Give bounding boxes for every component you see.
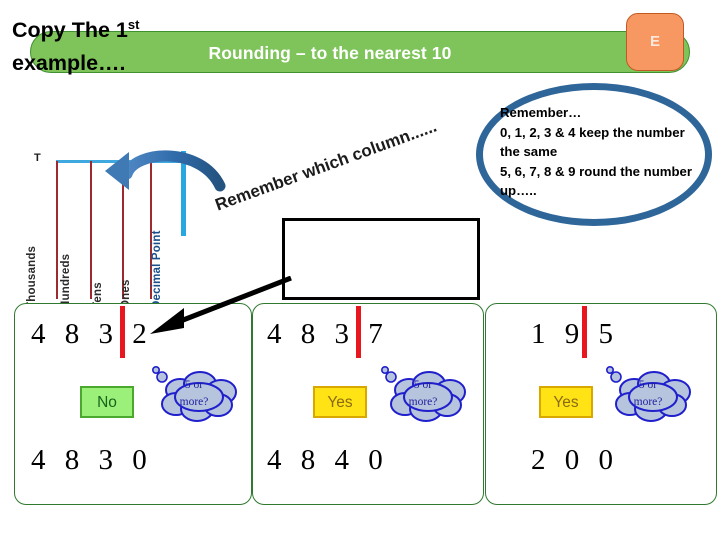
- decision-badge: No: [80, 386, 134, 418]
- chart-top-marker: T: [34, 152, 41, 164]
- example-answer: 4 8 3 0: [31, 444, 153, 476]
- pointer-arrow-icon: [150, 276, 292, 334]
- column-line-thousands: [56, 161, 58, 299]
- decision-badge: Yes: [539, 386, 593, 418]
- remember-which-column-label: Remember which column......: [212, 116, 440, 215]
- letter-badge: E: [626, 13, 684, 71]
- copy-example-ordinal: st: [127, 17, 140, 32]
- rounding-divider: [356, 306, 361, 358]
- decision-badge: Yes: [313, 386, 367, 418]
- copy-example-text: Copy The 1st example….: [12, 8, 197, 80]
- copy-example-line1: Copy The 1: [12, 18, 128, 43]
- copy-example-box: [282, 218, 480, 300]
- cloud-shape-icon: [606, 366, 691, 422]
- example-answer: 4 8 4 0: [267, 444, 389, 476]
- column-label-thousands: Thousands: [26, 245, 38, 309]
- column-line-hundreds: [90, 161, 92, 299]
- thought-cloud: 5 or more?: [371, 366, 475, 426]
- example-number: 1 9 5: [531, 318, 619, 350]
- cloud-shape-icon: [152, 366, 237, 422]
- example-number: 4 8 3 2: [31, 318, 153, 350]
- rounding-divider: [120, 306, 125, 358]
- remember-callout-text: Remember… 0, 1, 2, 3 & 4 keep the number…: [500, 105, 692, 198]
- letter-badge-label: E: [649, 33, 660, 50]
- thought-cloud: 5 or more?: [142, 366, 246, 426]
- example-panel: 1 9 5 Yes 5 or more? 2 0 0: [485, 303, 717, 505]
- cloud-shape-icon: [381, 366, 466, 422]
- example-answer: 2 0 0: [531, 444, 619, 476]
- column-label-hundreds: Hundreds: [60, 253, 72, 309]
- copy-example-line2: example….: [12, 51, 126, 76]
- thought-cloud: 5 or more?: [596, 366, 700, 426]
- rounding-divider: [582, 306, 587, 358]
